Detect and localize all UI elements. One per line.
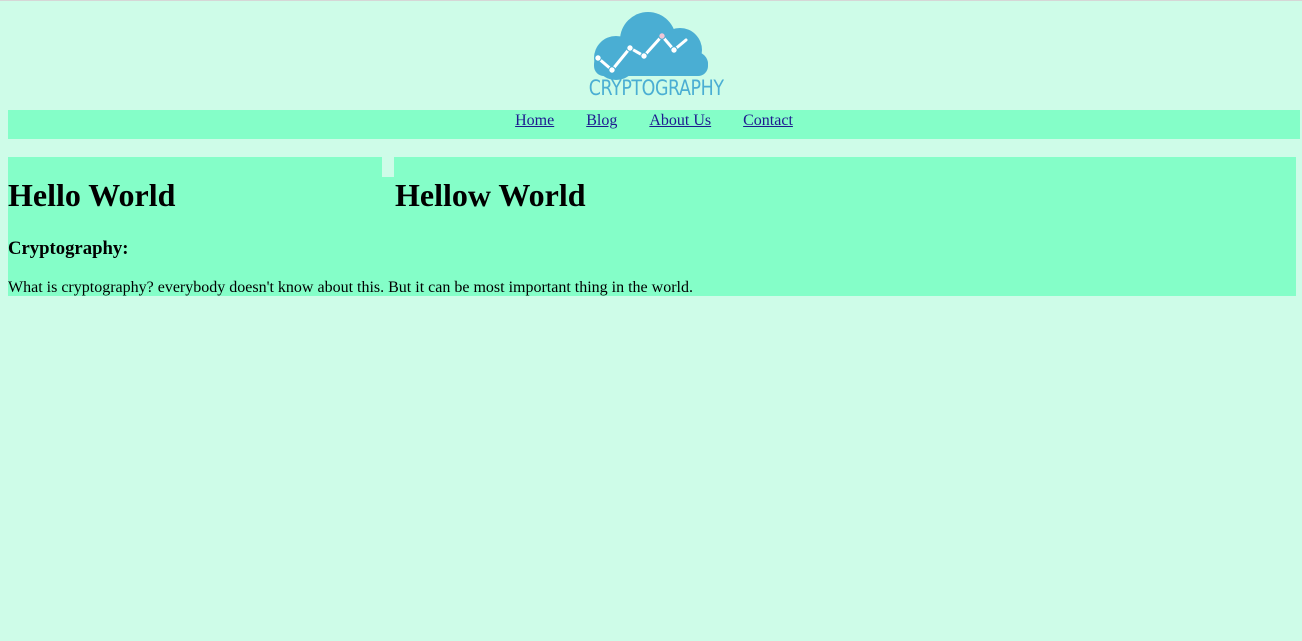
logo-container: CRYPTOGRAPHY xyxy=(0,10,1302,106)
main-nav: Home Blog About Us Contact xyxy=(8,110,1300,139)
logo-text: CRYPTOGRAPHY xyxy=(588,76,724,100)
left-heading: Hello World xyxy=(8,177,176,213)
logo: CRYPTOGRAPHY xyxy=(576,10,726,106)
nav-link-blog[interactable]: Blog xyxy=(586,112,617,130)
nav-link-about-us[interactable]: About Us xyxy=(649,112,711,130)
intro-paragraph: What is cryptography? everybody doesn't … xyxy=(8,279,693,296)
cloud-chart-icon xyxy=(594,12,708,80)
nav-link-contact[interactable]: Contact xyxy=(743,112,793,130)
right-heading: Hellow World xyxy=(395,177,586,213)
nav-link-home[interactable]: Home xyxy=(515,112,554,130)
subheading: Cryptography: xyxy=(8,238,129,259)
